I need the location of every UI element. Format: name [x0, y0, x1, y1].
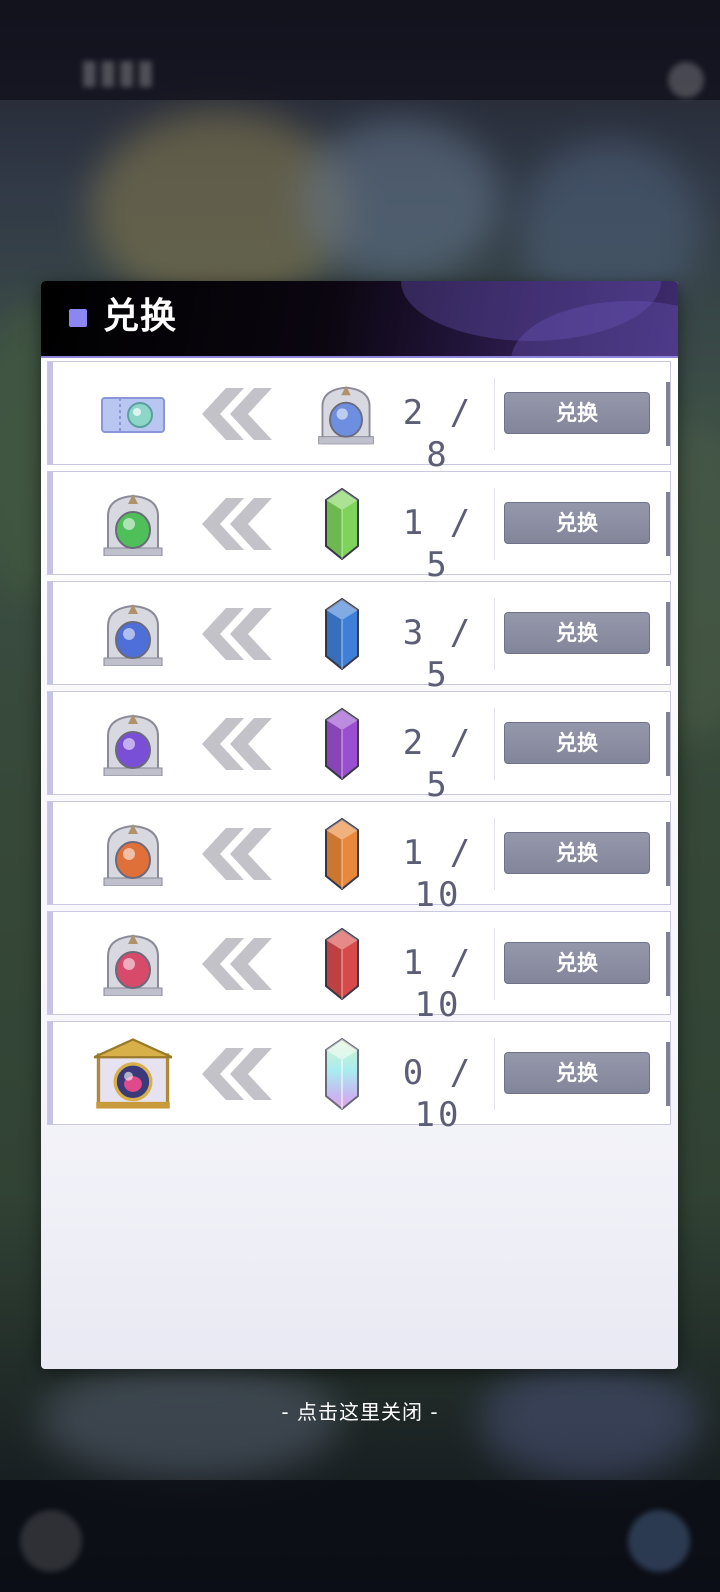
ticket-icon: [101, 397, 165, 433]
green-portal-icon: [98, 494, 168, 556]
purple-crystal-icon: [313, 708, 371, 780]
orange-portal-icon: [98, 824, 168, 886]
exchange-button[interactable]: 兑换: [504, 392, 650, 434]
exchange-button[interactable]: 兑换: [504, 612, 650, 654]
exchange-button[interactable]: 兑换: [504, 722, 650, 764]
title-marker-icon: [69, 309, 87, 327]
exchange-count: 2 / 8: [402, 393, 474, 475]
exchange-row: 1 / 10 兑换: [47, 911, 671, 1025]
exchange-arrow-icon: [202, 828, 278, 880]
exchange-arrow-icon: [202, 498, 278, 550]
exchange-button[interactable]: 兑换: [504, 1052, 650, 1094]
exchange-row: 0 / 10 兑换: [47, 1021, 671, 1135]
exchange-dialog: 兑换 2 / 8 兑换 1 / 5 兑换 3 / 5 兑换 2 / 5 兑换 1…: [41, 281, 678, 1369]
background-title: ▮▮▮▮: [80, 52, 155, 92]
background-bottom-bar: [0, 1480, 720, 1592]
exchange-arrow-icon: [202, 608, 278, 660]
close-hint[interactable]: - 点击这里关闭 -: [0, 1396, 720, 1425]
exchange-row: 1 / 5 兑换: [47, 471, 671, 585]
exchange-count: 0 / 10: [402, 1053, 474, 1135]
exchange-row: 2 / 5 兑换: [47, 691, 671, 805]
exchange-arrow-icon: [202, 1048, 278, 1100]
exchange-arrow-icon: [202, 388, 278, 440]
back-icon: [20, 1510, 82, 1572]
exchange-count: 1 / 10: [402, 833, 474, 915]
red-crystal-icon: [313, 928, 371, 1000]
exchange-button[interactable]: 兑换: [504, 832, 650, 874]
red-portal-icon: [98, 934, 168, 996]
dialog-title: 兑换: [103, 296, 178, 337]
exchange-button[interactable]: 兑换: [504, 502, 650, 544]
exchange-row: 2 / 8 兑换: [47, 361, 671, 475]
exchange-button[interactable]: 兑换: [504, 942, 650, 984]
green-crystal-icon: [313, 488, 371, 560]
exchange-count: 2 / 5: [402, 723, 474, 805]
chat-icon: [628, 1510, 690, 1572]
orange-crystal-icon: [313, 818, 371, 890]
exchange-row: 1 / 10 兑换: [47, 801, 671, 915]
exchange-arrow-icon: [202, 718, 278, 770]
rainbow-crystal-icon: [325, 1038, 359, 1110]
blue-portal-icon: [98, 604, 168, 666]
exchange-count: 1 / 5: [402, 503, 474, 585]
exchange-count: 3 / 5: [402, 613, 474, 695]
blue-crystal-icon: [313, 598, 371, 670]
golden-gate-icon: [94, 1038, 172, 1109]
dialog-header: 兑换: [41, 281, 678, 358]
silver-portal-icon: [313, 382, 379, 448]
help-icon: [668, 62, 704, 98]
purple-portal-icon: [98, 714, 168, 776]
exchange-row: 3 / 5 兑换: [47, 581, 671, 695]
exchange-arrow-icon: [202, 938, 278, 990]
exchange-count: 1 / 10: [402, 943, 474, 1025]
